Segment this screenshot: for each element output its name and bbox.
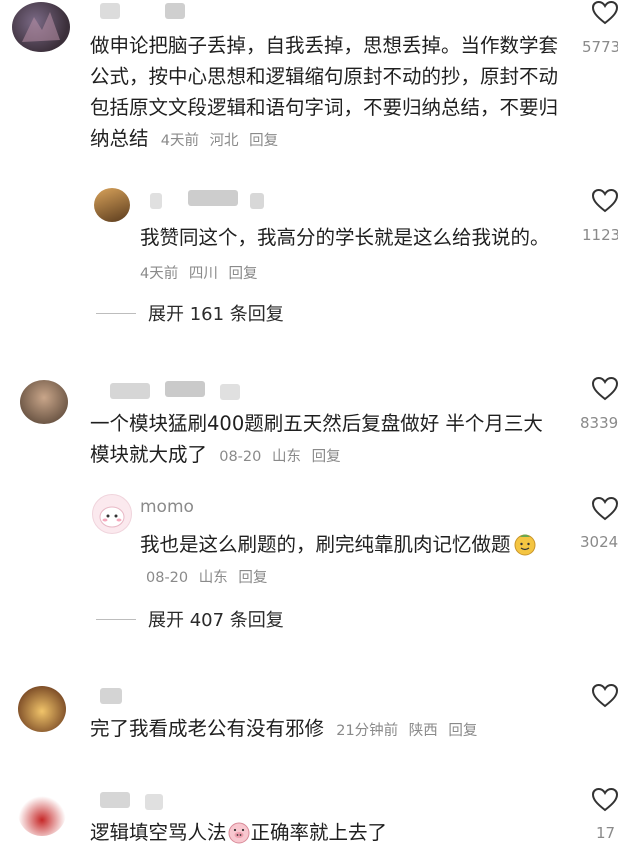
comment-meta: 4天前 四川 回复 — [140, 266, 263, 282]
heart-outline-icon[interactable] — [591, 496, 618, 522]
expand-replies-button[interactable]: 展开 161 条回复 — [96, 300, 284, 326]
comment-body: 完了我看成老公有没有邪修 — [90, 717, 325, 740]
comment-meta: 08-20 山东 回复 — [146, 570, 273, 586]
timestamp: 4天前 — [140, 266, 179, 282]
divider-line — [96, 312, 136, 314]
comment-meta: 21分钟前 陕西 回复 — [336, 723, 483, 739]
expand-replies-button[interactable]: 展开 407 条回复 — [96, 606, 284, 632]
reply-button[interactable]: 回复 — [448, 723, 477, 739]
reply-button[interactable]: 回复 — [228, 266, 257, 282]
username-redacted — [145, 794, 163, 810]
heart-outline-icon[interactable] — [591, 188, 618, 214]
timestamp: 08-20 — [219, 449, 262, 465]
like-count: 1123 — [582, 226, 618, 244]
divider-line — [96, 618, 136, 620]
username-redacted — [220, 384, 240, 400]
pig-face-emoji-icon — [228, 822, 250, 844]
username-redacted — [250, 193, 264, 209]
comment-text: 我也是这么刷题的，刷完纯靠肌肉记忆做题 08-20 山东 回复 — [140, 529, 550, 594]
reply-button[interactable]: 回复 — [238, 570, 267, 586]
heart-outline-icon[interactable] — [591, 376, 618, 402]
comment-text: 我赞同这个，我高分的学长就是这么给我说的。 4天前 四川 回复 — [140, 222, 550, 290]
reply-button[interactable]: 回复 — [312, 449, 341, 465]
heart-outline-icon[interactable] — [591, 0, 618, 26]
expand-label: 展开 407 条回复 — [148, 610, 284, 631]
avatar[interactable] — [20, 380, 68, 424]
location: 山东 — [271, 449, 301, 465]
reply-button[interactable]: 回复 — [249, 133, 278, 149]
timestamp: 4天前 — [160, 133, 199, 149]
comment-body-part-1: 逻辑填空骂人法 — [90, 821, 227, 844]
avatar-image — [99, 506, 125, 528]
avatar-image — [22, 12, 60, 42]
username-redacted — [165, 3, 185, 19]
timestamp: 08-20 — [146, 570, 189, 586]
heart-outline-icon[interactable] — [591, 683, 618, 709]
comment-text: 一个模块猛刷400题刷五天然后复盘做好 半个月三大模块就大成了 08-20 山东… — [90, 408, 560, 473]
username-redacted — [165, 381, 205, 397]
avatar[interactable] — [18, 686, 66, 732]
comment-body: 我赞同这个，我高分的学长就是这么给我说的。 — [140, 226, 550, 249]
like-count: 3024 — [580, 533, 618, 551]
like-count: 5773 — [582, 38, 618, 56]
username-redacted — [188, 190, 238, 206]
avatar[interactable] — [92, 494, 132, 534]
avatar[interactable] — [18, 790, 66, 836]
username[interactable]: momo — [140, 497, 194, 517]
username-redacted — [100, 688, 122, 704]
expand-label: 展开 161 条回复 — [148, 304, 284, 325]
timestamp: 21分钟前 — [336, 723, 399, 739]
username-redacted — [100, 792, 130, 808]
smiling-face-emoji-icon — [514, 534, 536, 556]
location: 河北 — [209, 133, 239, 149]
username-redacted — [110, 383, 150, 399]
location: 陕西 — [408, 723, 438, 739]
comment-meta: 08-20 山东 回复 — [219, 449, 346, 465]
comment-text: 完了我看成老公有没有邪修 21分钟前 陕西 回复 — [90, 713, 560, 747]
username-redacted — [150, 193, 162, 209]
location: 山东 — [198, 570, 228, 586]
like-count: 17 — [596, 824, 616, 842]
comment-meta: 4天前 河北 回复 — [161, 133, 284, 149]
location: 四川 — [188, 266, 218, 282]
comment-text: 做申论把脑子丢掉，自我丢掉，思想丢掉。当作数学套公式，按中心思想和逻辑缩句原封不… — [90, 30, 560, 157]
username-redacted — [100, 3, 120, 19]
comment-text: 逻辑填空骂人法 正确率就上去了 — [90, 817, 560, 848]
comment-body-part-2: 正确率就上去了 — [250, 821, 388, 844]
heart-outline-icon[interactable] — [591, 787, 618, 813]
avatar[interactable] — [94, 188, 130, 222]
avatar[interactable] — [12, 2, 70, 52]
comment-body: 我也是这么刷题的，刷完纯靠肌肉记忆做题 — [140, 533, 511, 556]
like-count: 8339 — [580, 414, 618, 432]
